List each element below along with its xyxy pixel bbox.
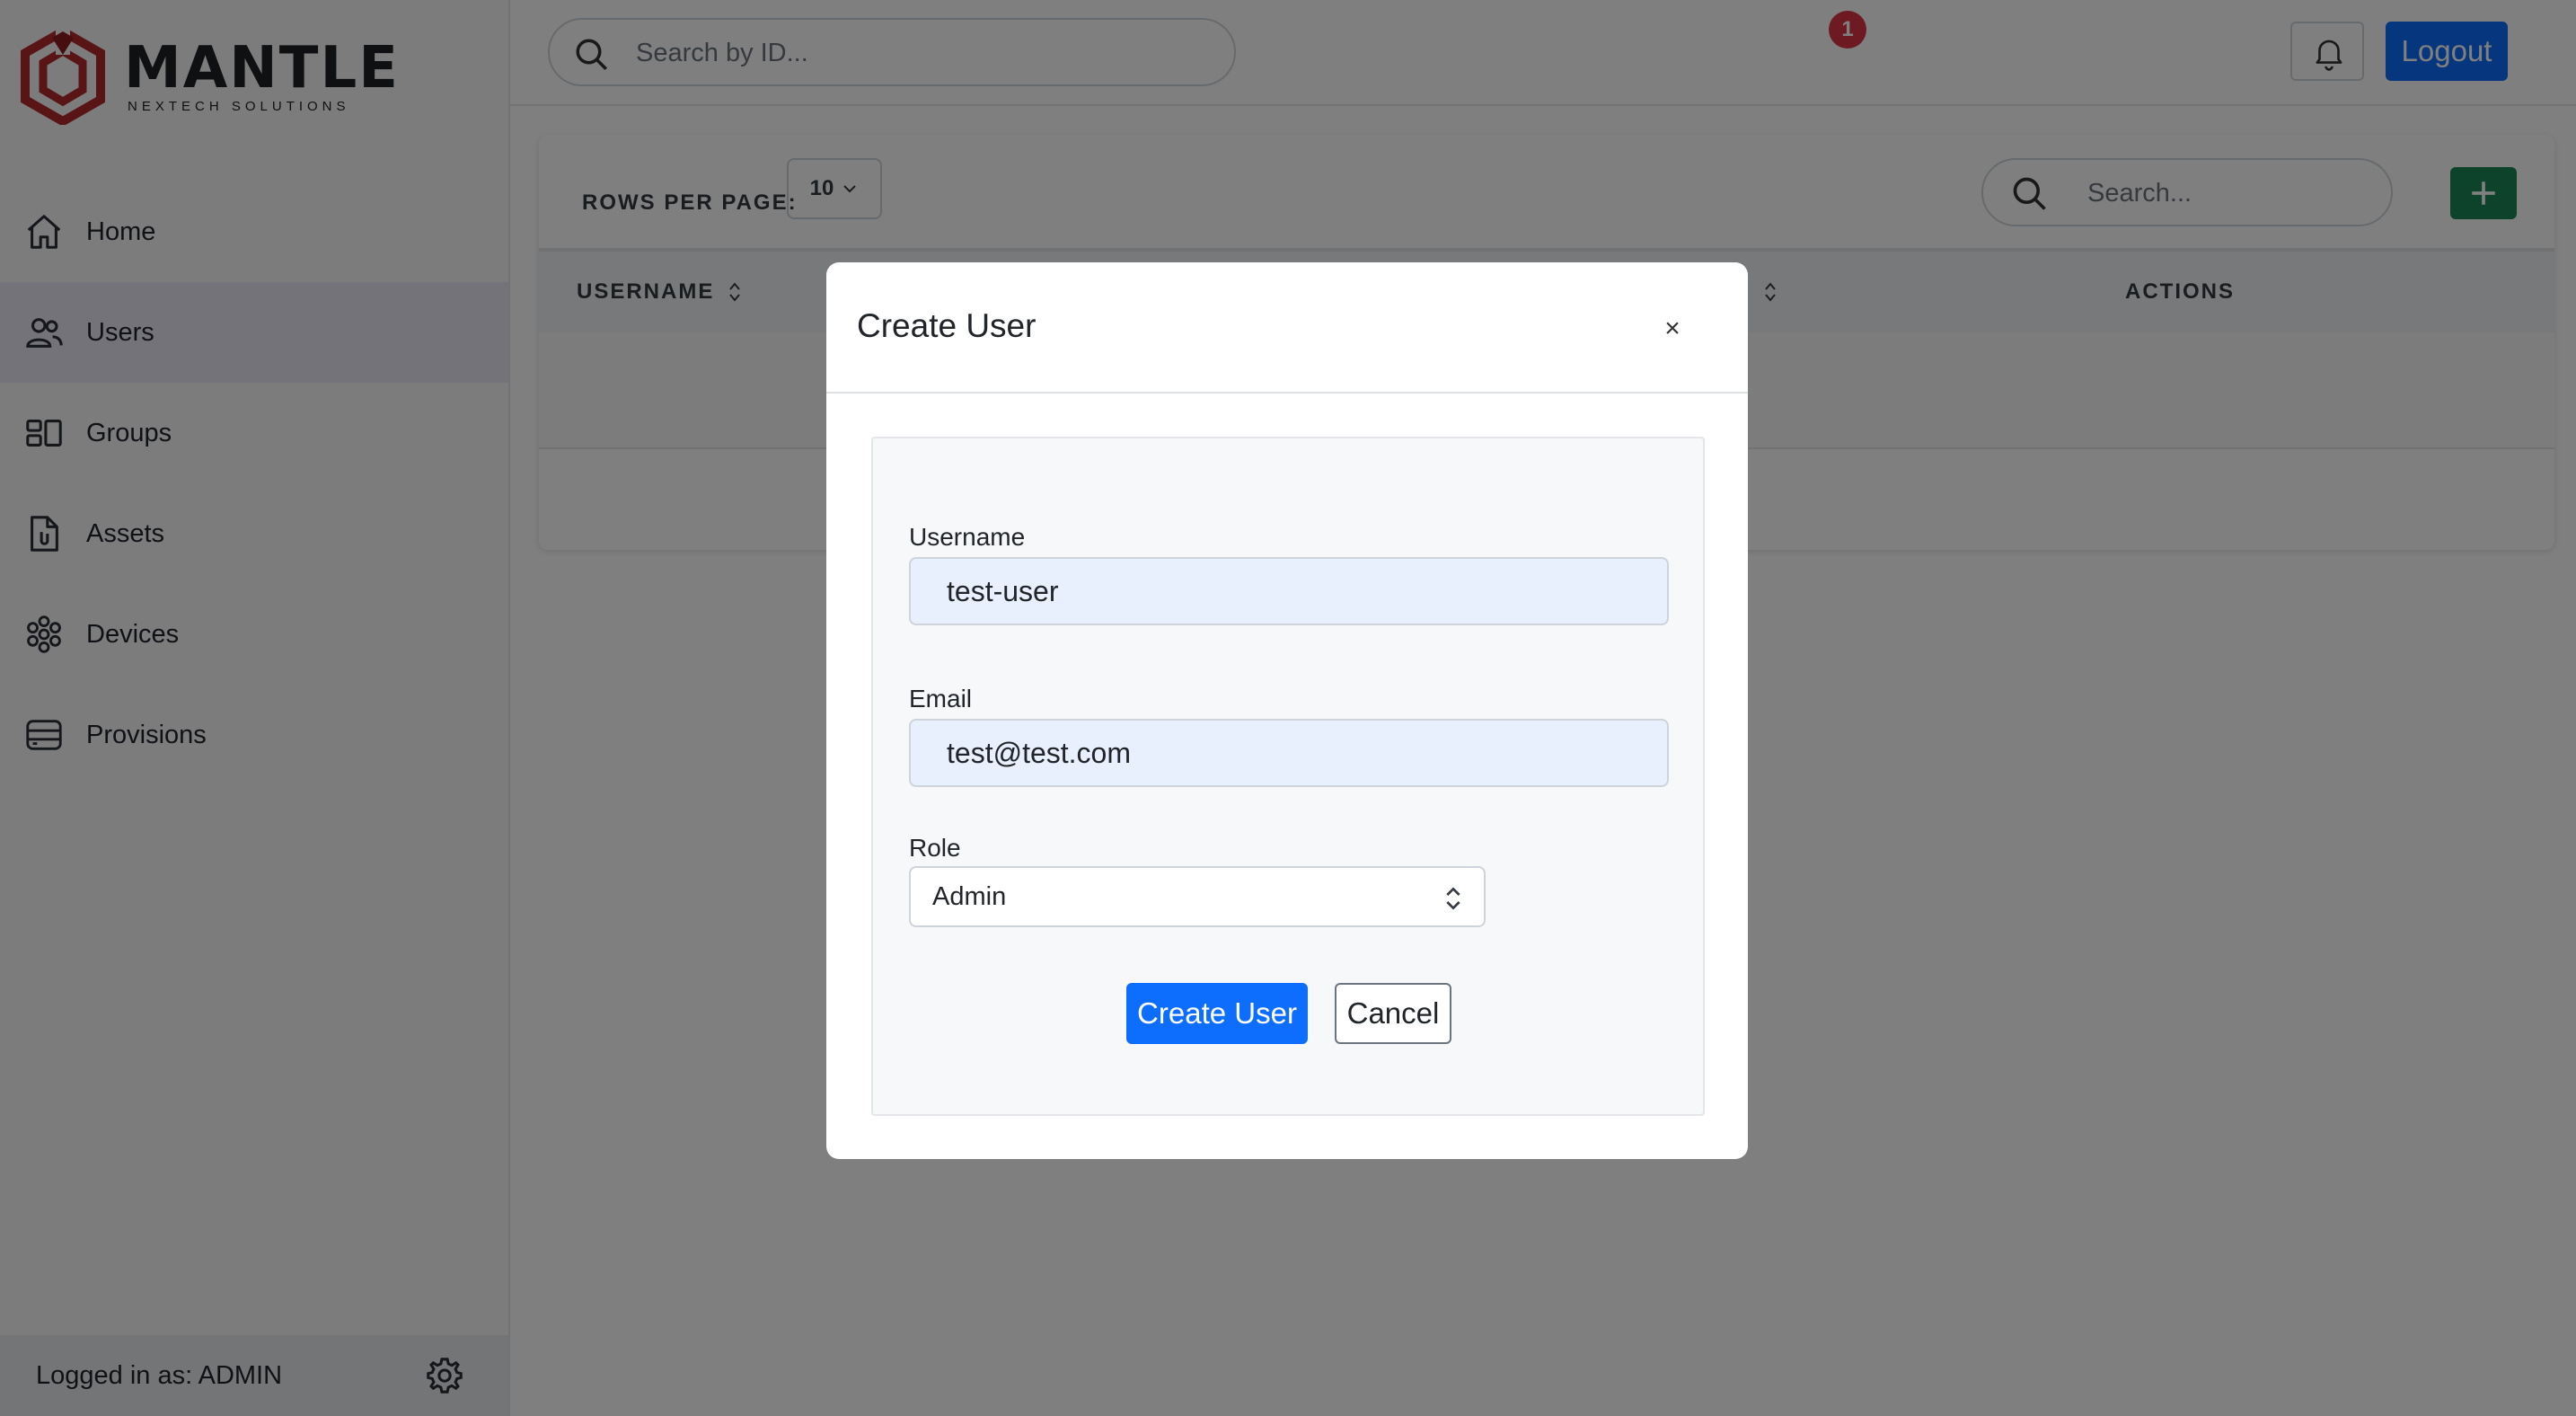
email-field[interactable] <box>909 719 1669 787</box>
cancel-button[interactable]: Cancel <box>1335 983 1451 1044</box>
role-label: Role <box>909 834 961 862</box>
updown-chevron-icon <box>1446 887 1460 910</box>
role-select[interactable]: Admin <box>909 866 1486 927</box>
create-user-submit-button[interactable]: Create User <box>1126 983 1308 1044</box>
close-button[interactable]: × <box>1601 302 1744 356</box>
role-select-value: Admin <box>932 881 1007 911</box>
username-label: Username <box>909 523 1026 551</box>
create-user-modal: Create User × Username Email Role Admin … <box>826 262 1748 1159</box>
modal-header: Create User × <box>826 262 1748 394</box>
username-field[interactable] <box>909 557 1669 625</box>
email-label: Email <box>909 685 973 712</box>
create-user-form: Username Email Role Admin Create User Ca… <box>871 437 1705 1116</box>
modal-title: Create User <box>857 307 1037 344</box>
